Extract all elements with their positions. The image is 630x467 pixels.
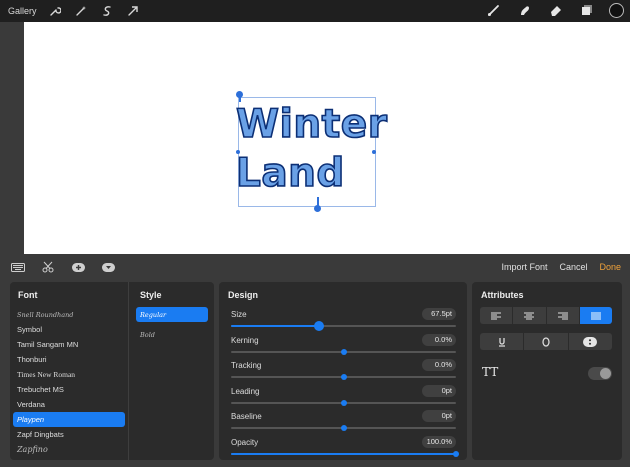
design-row-label: Opacity <box>231 438 259 447</box>
design-row-label: Kerning <box>231 336 259 345</box>
column-divider <box>128 282 129 460</box>
style-item-selected[interactable]: Regular <box>136 307 208 322</box>
font-item[interactable]: Tamil Sangam MN <box>13 337 125 352</box>
font-header: Font <box>18 290 38 300</box>
design-row-value[interactable]: 0pt <box>422 385 456 397</box>
style-item[interactable]: Bold <box>136 327 208 342</box>
layers-icon[interactable] <box>579 2 595 18</box>
design-slider-track[interactable] <box>231 321 456 331</box>
keyboard-icon[interactable] <box>10 260 26 274</box>
font-list[interactable]: Snell Roundhand Symbol Tamil Sangam MN T… <box>13 307 125 457</box>
eraser-icon[interactable] <box>548 2 564 18</box>
attributes-header: Attributes <box>481 290 524 300</box>
design-row-label: Tracking <box>231 361 262 370</box>
font-item[interactable]: Times New Roman <box>13 367 125 382</box>
canvas-text-line-2: Land <box>235 150 345 197</box>
design-row-value[interactable]: 0.0% <box>422 334 456 346</box>
design-slider-knob[interactable] <box>340 374 347 380</box>
design-row-value[interactable]: 100.0% <box>422 436 456 448</box>
font-item[interactable]: Zapf Dingbats <box>13 427 125 442</box>
design-row-value[interactable]: 0pt <box>422 410 456 422</box>
panel-actions: Import Font Cancel Done <box>489 262 621 272</box>
gallery-button[interactable]: Gallery <box>8 6 37 16</box>
smudge-icon[interactable] <box>517 2 533 18</box>
align-right-icon[interactable] <box>547 307 580 324</box>
canvas-text-line-1: Winter <box>235 101 388 148</box>
attributes-panel: Attributes TT <box>472 282 622 460</box>
edit-text-panel: Import Font Cancel Done Font Snell Round… <box>0 254 630 467</box>
vertical-text-icon[interactable] <box>569 333 612 350</box>
done-button[interactable]: Done <box>599 262 621 272</box>
color-picker-button[interactable] <box>609 2 624 18</box>
font-item[interactable]: Verdana <box>13 397 125 412</box>
transform-arrow-icon[interactable] <box>125 3 141 19</box>
design-row-label: Baseline <box>231 412 262 421</box>
font-item[interactable]: Zapfino <box>13 442 125 457</box>
paste-icon[interactable] <box>70 260 86 274</box>
style-header: Style <box>140 290 162 300</box>
font-item[interactable]: Thonburi <box>13 352 125 367</box>
alignment-segmented-control <box>480 307 612 324</box>
text-options-icon[interactable] <box>100 260 116 274</box>
design-slider-track[interactable] <box>231 400 456 406</box>
design-row-label: Leading <box>231 387 260 396</box>
align-justify-icon[interactable] <box>579 307 612 324</box>
font-item[interactable]: Trebuchet MS <box>13 382 125 397</box>
design-slider-knob[interactable] <box>340 349 347 355</box>
design-header: Design <box>228 290 259 300</box>
design-row-label: Size <box>231 310 247 319</box>
underline-icon[interactable] <box>480 333 525 350</box>
design-slider-knob[interactable] <box>340 425 347 431</box>
design-slider-fill <box>231 453 456 455</box>
brush-icon[interactable] <box>486 2 502 18</box>
text-style-segmented-control <box>480 333 612 350</box>
design-slider-track[interactable] <box>231 374 456 380</box>
text-end-handle[interactable] <box>314 205 321 212</box>
font-item[interactable]: Symbol <box>13 322 125 337</box>
design-row-value[interactable]: 0.0% <box>422 359 456 371</box>
align-center-icon[interactable] <box>513 307 547 324</box>
magic-wand-icon[interactable] <box>73 3 89 19</box>
design-slider-track[interactable] <box>231 451 459 457</box>
font-style-panel: Font Snell Roundhand Symbol Tamil Sangam… <box>10 282 214 460</box>
all-caps-toggle[interactable] <box>588 367 612 380</box>
design-panel: Design Size 67.5pt Kerning 0.0% Tracking 0.0%… <box>219 282 467 460</box>
design-slider-track[interactable] <box>231 349 456 355</box>
all-caps-label: TT <box>482 365 499 379</box>
design-slider-knob[interactable] <box>340 400 347 406</box>
selection-icon[interactable] <box>99 3 115 19</box>
cut-icon[interactable] <box>40 260 56 274</box>
align-left-icon[interactable] <box>480 307 514 324</box>
design-slider-knob[interactable] <box>453 451 459 457</box>
top-toolbar: Gallery <box>0 0 630 22</box>
design-slider-knob[interactable] <box>313 321 324 331</box>
sidebar-strip <box>0 22 24 254</box>
font-item[interactable]: Snell Roundhand <box>13 307 125 322</box>
procreate-app: Gallery Winter Land Import Font Cancel D… <box>0 0 630 467</box>
canvas-text[interactable]: Winter Land <box>235 100 388 198</box>
toolbar-right-group <box>471 2 624 18</box>
drawing-canvas[interactable]: Winter Land <box>24 22 630 254</box>
wrench-icon[interactable] <box>47 3 63 19</box>
text-start-handle[interactable] <box>236 91 243 98</box>
cancel-button[interactable]: Cancel <box>559 262 587 272</box>
panel-toolbar: Import Font Cancel Done <box>0 254 630 280</box>
design-row-value[interactable]: 67.5pt <box>422 308 456 320</box>
outline-icon[interactable] <box>524 333 569 350</box>
design-slider-track[interactable] <box>231 425 456 431</box>
font-item-selected[interactable]: Playpen <box>13 412 125 427</box>
import-font-button[interactable]: Import Font <box>501 262 547 272</box>
design-slider-fill <box>231 325 319 327</box>
